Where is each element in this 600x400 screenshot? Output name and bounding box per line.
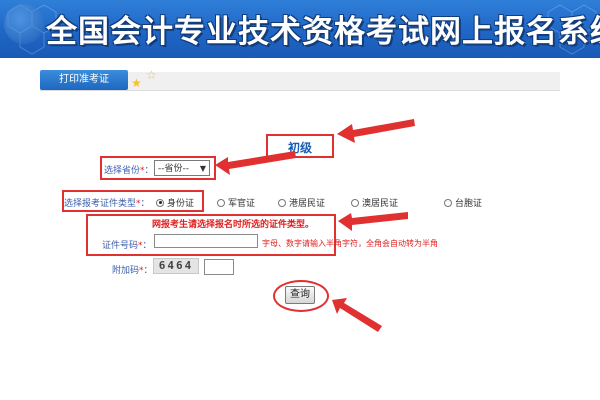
chevron-down-icon: ▼ bbox=[199, 164, 206, 173]
captcha-input[interactable] bbox=[204, 259, 234, 275]
radio-officer-card[interactable]: 军官证 bbox=[217, 196, 255, 209]
star-icon: ☆ bbox=[146, 68, 157, 82]
arrow-icon bbox=[338, 212, 408, 231]
arrow-icon bbox=[337, 119, 415, 143]
radio-dot-icon bbox=[156, 198, 164, 207]
id-number-input[interactable] bbox=[154, 234, 258, 248]
radio-dot-icon bbox=[278, 198, 286, 207]
id-number-label: 证件号码*： bbox=[102, 241, 152, 251]
query-button[interactable]: 查询 bbox=[285, 286, 315, 304]
radio-dot-icon bbox=[217, 198, 225, 207]
id-type-label: 选择报考证件类型*： bbox=[64, 199, 150, 209]
tab-print-admission[interactable]: 打印准考证 bbox=[40, 70, 128, 90]
radio-id-card[interactable]: 身份证 bbox=[156, 196, 194, 209]
star-icon: ★ bbox=[131, 76, 142, 90]
level-highlight: 初级 bbox=[266, 134, 334, 158]
captcha-label: 附加码*： bbox=[112, 266, 153, 276]
header-banner: 全国会计专业技术资格考试网上报名系统 bbox=[0, 0, 600, 58]
province-label: 选择省份*： bbox=[104, 166, 154, 176]
radio-macau-permit[interactable]: 澳居民证 bbox=[351, 196, 398, 209]
id-number-hint: 字母、数字请输入半角字符，全角会自动转为半角 bbox=[262, 239, 438, 248]
radio-hk-permit[interactable]: 港居民证 bbox=[278, 196, 325, 209]
captcha-image[interactable]: 6464 bbox=[153, 258, 199, 274]
id-type-warning: 网报考生请选择报名时所选的证件类型。 bbox=[152, 220, 315, 230]
radio-dot-icon bbox=[444, 198, 452, 207]
radio-taiwan-permit[interactable]: 台胞证 bbox=[444, 196, 482, 209]
logo-icon bbox=[4, 4, 44, 44]
province-select[interactable]: --省份-- ▼ bbox=[154, 160, 210, 176]
radio-dot-icon bbox=[351, 198, 359, 207]
level-title: 初级 bbox=[287, 141, 312, 155]
arrow-icon bbox=[332, 298, 382, 332]
page-title: 全国会计专业技术资格考试网上报名系统 bbox=[46, 14, 600, 50]
